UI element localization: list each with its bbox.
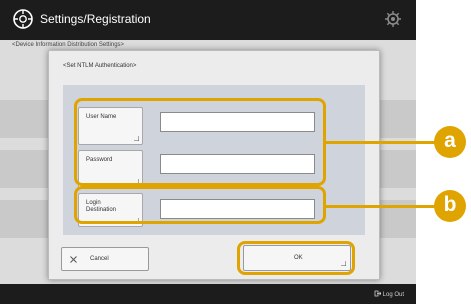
breadcrumb: <Device Information Distribution Setting… (12, 42, 125, 48)
logout-label: Log Out (382, 292, 404, 298)
ok-button-highlight (237, 241, 355, 275)
dialog-title: <Set NTLM Authentication> (63, 63, 137, 69)
window-title: Settings/Registration (40, 12, 151, 26)
bottom-bar: Log Out (0, 284, 416, 304)
gear-icon[interactable] (384, 10, 402, 28)
callout-b-line (326, 205, 436, 208)
callout-b-badge: b (434, 190, 466, 222)
logout-button[interactable]: Log Out (374, 290, 404, 298)
logout-icon (374, 290, 382, 297)
callout-b-highlight (74, 186, 326, 224)
settings-logo-icon (13, 9, 33, 29)
callout-a-line (326, 141, 436, 144)
cancel-label: Cancel (90, 256, 109, 262)
close-icon (70, 256, 77, 263)
cancel-button[interactable]: Cancel (61, 247, 149, 271)
callout-a-badge: a (434, 126, 466, 158)
title-bar: Settings/Registration (0, 0, 416, 40)
callout-a-highlight (74, 98, 326, 186)
